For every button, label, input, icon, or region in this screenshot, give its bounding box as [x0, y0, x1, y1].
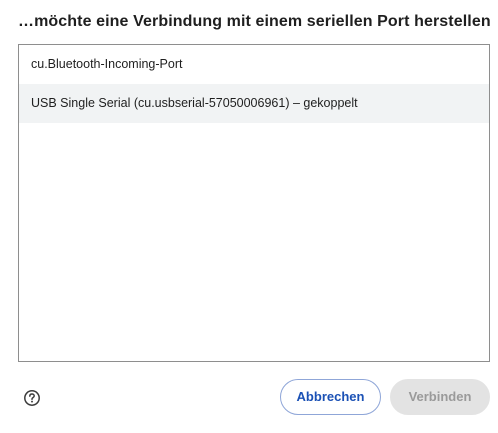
dialog-title: …möchte eine Verbindung mit einem seriel…: [18, 13, 491, 30]
port-list[interactable]: cu.Bluetooth-Incoming-Port USB Single Se…: [18, 44, 490, 362]
port-item-label: USB Single Serial (cu.usbserial-57050006…: [31, 96, 358, 110]
serial-port-dialog: …möchte eine Verbindung mit einem seriel…: [0, 0, 498, 433]
port-item-label: cu.Bluetooth-Incoming-Port: [31, 57, 183, 71]
help-icon[interactable]: [23, 389, 41, 407]
port-item-bluetooth[interactable]: cu.Bluetooth-Incoming-Port: [19, 45, 489, 84]
connect-button[interactable]: Verbinden: [390, 379, 490, 415]
port-item-usb-serial[interactable]: USB Single Serial (cu.usbserial-57050006…: [19, 84, 489, 123]
cancel-button[interactable]: Abbrechen: [280, 379, 381, 415]
